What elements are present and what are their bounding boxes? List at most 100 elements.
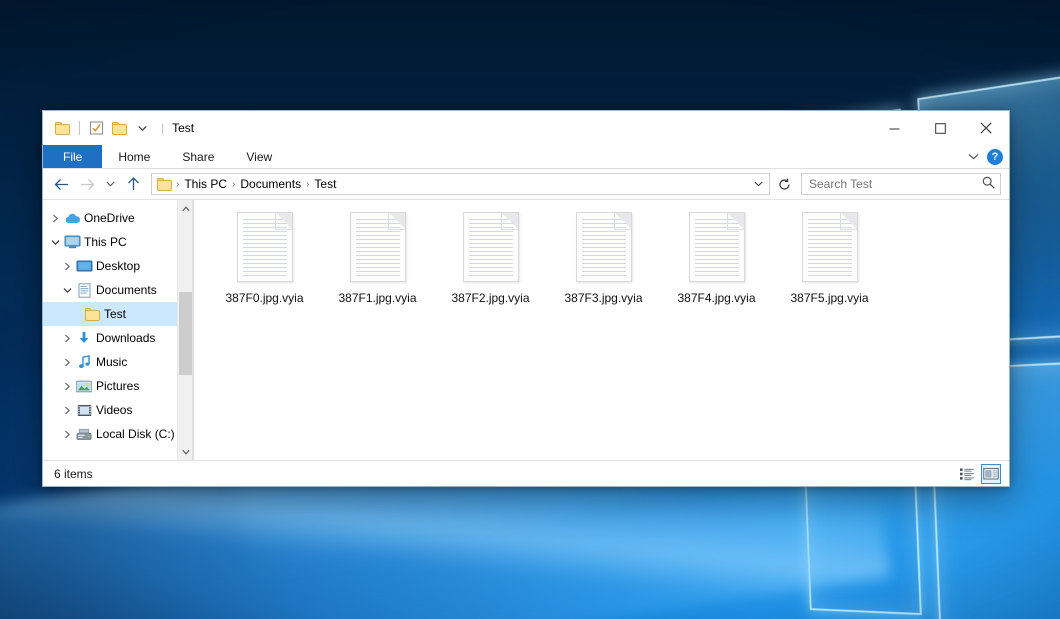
file-name: 387F0.jpg.vyia xyxy=(225,291,303,305)
breadcrumb-item-test[interactable]: Test xyxy=(311,177,339,191)
expand-ribbon-icon[interactable] xyxy=(968,151,979,163)
maximize-button[interactable] xyxy=(917,111,963,145)
file-name: 387F3.jpg.vyia xyxy=(564,291,642,305)
file-item[interactable]: 387F0.jpg.vyia xyxy=(208,210,321,311)
sidebar-item-test[interactable]: Test xyxy=(43,302,193,326)
breadcrumb-folder-icon[interactable] xyxy=(157,178,172,191)
quick-access-toolbar: | xyxy=(43,111,164,145)
search-placeholder: Search Test xyxy=(809,177,982,191)
breadcrumb-list: › This PC › Documents › Test xyxy=(157,177,746,191)
sidebar-item-label: OneDrive xyxy=(84,211,135,225)
music-icon xyxy=(75,355,93,369)
tab-view[interactable]: View xyxy=(230,145,288,168)
breadcrumb-item-documents[interactable]: Documents xyxy=(237,177,304,191)
chevron-right-icon[interactable] xyxy=(47,214,63,223)
recent-locations-icon[interactable] xyxy=(101,172,119,196)
videos-icon xyxy=(75,404,93,417)
help-icon[interactable]: ? xyxy=(987,149,1003,165)
ribbon-tab-bar: File Home Share View ? xyxy=(43,145,1009,169)
chevron-right-icon[interactable] xyxy=(59,430,75,439)
item-count-label: 6 items xyxy=(54,467,93,481)
address-dropdown-icon[interactable] xyxy=(750,174,767,194)
navigation-pane: OneDrive This PC xyxy=(43,200,193,460)
file-item[interactable]: 387F5.jpg.vyia xyxy=(773,210,886,311)
breadcrumb-separator[interactable]: › xyxy=(174,179,181,190)
up-button[interactable] xyxy=(121,172,145,196)
new-folder-icon[interactable] xyxy=(109,118,130,139)
sidebar-item-label: Documents xyxy=(96,283,157,297)
sidebar-item-documents[interactable]: Documents xyxy=(43,278,193,302)
sidebar-item-this-pc[interactable]: This PC xyxy=(43,230,193,254)
chevron-right-icon[interactable] xyxy=(59,382,75,391)
desktop-icon xyxy=(75,259,93,273)
sidebar-item-music[interactable]: Music xyxy=(43,350,193,374)
close-button[interactable] xyxy=(963,111,1009,145)
back-button[interactable] xyxy=(49,172,73,196)
properties-checkbox-icon[interactable] xyxy=(86,118,107,139)
folder-icon[interactable] xyxy=(52,118,73,139)
address-bar: › This PC › Documents › Test xyxy=(43,169,1009,199)
tab-file[interactable]: File xyxy=(43,145,102,168)
sidebar-item-desktop[interactable]: Desktop xyxy=(43,254,193,278)
generic-document-icon xyxy=(463,212,519,282)
scroll-up-arrow-icon[interactable] xyxy=(178,200,194,217)
chevron-down-icon[interactable] xyxy=(59,287,75,294)
breadcrumb[interactable]: › This PC › Documents › Test xyxy=(151,173,770,195)
large-icons-view-button[interactable] xyxy=(981,464,1001,484)
sidebar-item-local-disk-c[interactable]: Local Disk (C:) xyxy=(43,422,193,446)
search-icon[interactable] xyxy=(982,176,995,192)
file-grid: 387F0.jpg.vyia 387F1.jpg.vyia xyxy=(208,210,1009,311)
view-toggle-group xyxy=(957,461,1001,487)
file-item[interactable]: 387F3.jpg.vyia xyxy=(547,210,660,311)
chevron-right-icon[interactable] xyxy=(59,334,75,343)
folder-icon xyxy=(83,308,101,321)
scrollbar-track[interactable] xyxy=(178,217,194,443)
sidebar-item-pictures[interactable]: Pictures xyxy=(43,374,193,398)
file-name: 387F2.jpg.vyia xyxy=(451,291,529,305)
sidebar-item-onedrive[interactable]: OneDrive xyxy=(43,206,193,230)
harddisk-icon xyxy=(75,428,93,441)
qat-separator xyxy=(79,121,80,135)
chevron-down-icon[interactable] xyxy=(47,239,63,246)
sidebar-scrollbar[interactable] xyxy=(177,200,193,460)
details-view-button[interactable] xyxy=(957,464,977,484)
search-input[interactable]: Search Test xyxy=(801,173,1001,195)
ribbon-right-controls: ? xyxy=(968,145,1003,169)
monitor-icon xyxy=(63,235,81,249)
chevron-right-icon[interactable] xyxy=(59,406,75,415)
sidebar-item-downloads[interactable]: Downloads xyxy=(43,326,193,350)
window-controls xyxy=(871,111,1009,145)
chevron-down-icon[interactable] xyxy=(132,118,153,139)
chevron-right-icon[interactable] xyxy=(59,358,75,367)
breadcrumb-separator[interactable]: › xyxy=(304,179,311,190)
title-bar: | Test xyxy=(43,111,1009,145)
generic-document-icon xyxy=(350,212,406,282)
tab-share[interactable]: Share xyxy=(166,145,230,168)
sidebar-item-label: Desktop xyxy=(96,259,140,273)
sidebar-item-label: Music xyxy=(96,355,127,369)
download-icon xyxy=(75,331,93,345)
status-bar: 6 items xyxy=(43,460,1009,486)
tab-home[interactable]: Home xyxy=(102,145,166,168)
refresh-button[interactable] xyxy=(774,173,794,195)
sidebar-item-label: This PC xyxy=(84,235,127,249)
file-item[interactable]: 387F1.jpg.vyia xyxy=(321,210,434,311)
forward-button xyxy=(75,172,99,196)
breadcrumb-separator[interactable]: › xyxy=(230,179,237,190)
scrollbar-thumb[interactable] xyxy=(179,292,192,376)
sidebar-item-label: Videos xyxy=(96,403,132,417)
cloud-icon xyxy=(63,212,81,225)
sidebar-item-videos[interactable]: Videos xyxy=(43,398,193,422)
file-list-area[interactable]: 387F0.jpg.vyia 387F1.jpg.vyia xyxy=(193,200,1009,460)
generic-document-icon xyxy=(802,212,858,282)
file-item[interactable]: 387F2.jpg.vyia xyxy=(434,210,547,311)
scroll-down-arrow-icon[interactable] xyxy=(178,443,194,460)
file-name: 387F5.jpg.vyia xyxy=(790,291,868,305)
generic-document-icon xyxy=(689,212,745,282)
minimize-button[interactable] xyxy=(871,111,917,145)
file-item[interactable]: 387F4.jpg.vyia xyxy=(660,210,773,311)
documents-icon xyxy=(75,283,93,298)
breadcrumb-item-this-pc[interactable]: This PC xyxy=(181,177,230,191)
sidebar-item-label: Downloads xyxy=(96,331,155,345)
chevron-right-icon[interactable] xyxy=(59,262,75,271)
